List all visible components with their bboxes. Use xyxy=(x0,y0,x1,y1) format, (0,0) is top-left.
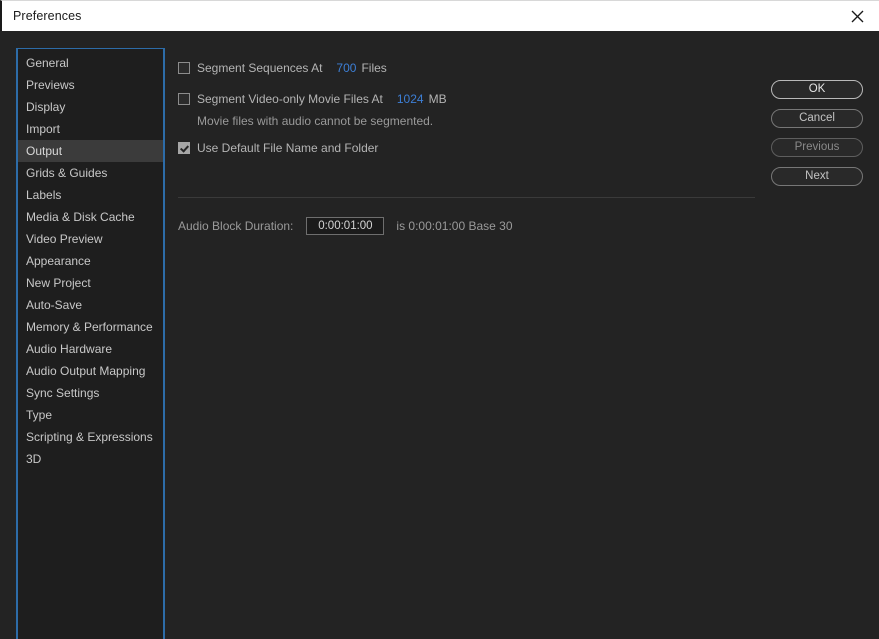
sidebar-item-sync-settings[interactable]: Sync Settings xyxy=(18,382,163,404)
sidebar-item-grids-and-guides[interactable]: Grids & Guides xyxy=(18,162,163,184)
window-title: Preferences xyxy=(13,9,82,23)
close-button[interactable] xyxy=(835,1,879,32)
close-icon xyxy=(851,10,864,23)
section-divider xyxy=(178,197,755,198)
preferences-category-list[interactable]: General Previews Display Import Output G… xyxy=(16,48,165,639)
audio-block-duration-label: Audio Block Duration: xyxy=(178,219,293,233)
segment-video-only-row: Segment Video-only Movie Files At 1024 M… xyxy=(178,92,447,106)
segment-video-only-checkbox[interactable] xyxy=(178,93,190,105)
sidebar-item-type[interactable]: Type xyxy=(18,404,163,426)
sidebar-item-memory-and-performance[interactable]: Memory & Performance xyxy=(18,316,163,338)
audio-block-duration-row: Audio Block Duration: is 0:00:01:00 Base… xyxy=(178,217,513,235)
sidebar-item-previews[interactable]: Previews xyxy=(18,74,163,96)
sidebar-item-general[interactable]: General xyxy=(18,52,163,74)
audio-block-duration-input[interactable] xyxy=(306,217,384,235)
sidebar-item-media-and-disk-cache[interactable]: Media & Disk Cache xyxy=(18,206,163,228)
segment-video-only-unit: MB xyxy=(429,92,447,106)
segment-sequences-value[interactable]: 700 xyxy=(336,61,356,75)
segment-sequences-unit: Files xyxy=(361,61,386,75)
sidebar-item-audio-hardware[interactable]: Audio Hardware xyxy=(18,338,163,360)
segment-video-only-note: Movie files with audio cannot be segment… xyxy=(197,114,433,128)
sidebar-item-auto-save[interactable]: Auto-Save xyxy=(18,294,163,316)
sidebar-item-video-preview[interactable]: Video Preview xyxy=(18,228,163,250)
dialog-body: General Previews Display Import Output G… xyxy=(0,31,879,639)
sidebar-item-labels[interactable]: Labels xyxy=(18,184,163,206)
segment-sequences-label: Segment Sequences At xyxy=(197,61,322,75)
previous-button[interactable]: Previous xyxy=(771,138,863,157)
use-default-file-name-checkbox[interactable] xyxy=(178,142,190,154)
sidebar-item-scripting-and-expressions[interactable]: Scripting & Expressions xyxy=(18,426,163,448)
segment-video-only-value[interactable]: 1024 xyxy=(397,92,424,106)
cancel-button[interactable]: Cancel xyxy=(771,109,863,128)
sidebar-item-import[interactable]: Import xyxy=(18,118,163,140)
sidebar-item-new-project[interactable]: New Project xyxy=(18,272,163,294)
segment-sequences-checkbox[interactable] xyxy=(178,62,190,74)
use-default-file-name-row: Use Default File Name and Folder xyxy=(178,141,378,155)
segment-sequences-row: Segment Sequences At 700 Files xyxy=(178,61,387,75)
title-bar: Preferences xyxy=(0,0,879,31)
ok-button[interactable]: OK xyxy=(771,80,863,99)
sidebar-item-3d[interactable]: 3D xyxy=(18,448,163,470)
audio-block-duration-suffix: is 0:00:01:00 Base 30 xyxy=(396,219,512,233)
sidebar-item-audio-output-mapping[interactable]: Audio Output Mapping xyxy=(18,360,163,382)
dialog-buttons: OK Cancel Previous Next xyxy=(771,79,863,195)
sidebar-item-appearance[interactable]: Appearance xyxy=(18,250,163,272)
preferences-dialog: Preferences General Previews Display Imp… xyxy=(0,0,879,639)
next-button[interactable]: Next xyxy=(771,167,863,186)
sidebar-item-display[interactable]: Display xyxy=(18,96,163,118)
segment-video-only-label: Segment Video-only Movie Files At xyxy=(197,92,383,106)
sidebar-item-output[interactable]: Output xyxy=(18,140,163,162)
use-default-file-name-label: Use Default File Name and Folder xyxy=(197,141,378,155)
